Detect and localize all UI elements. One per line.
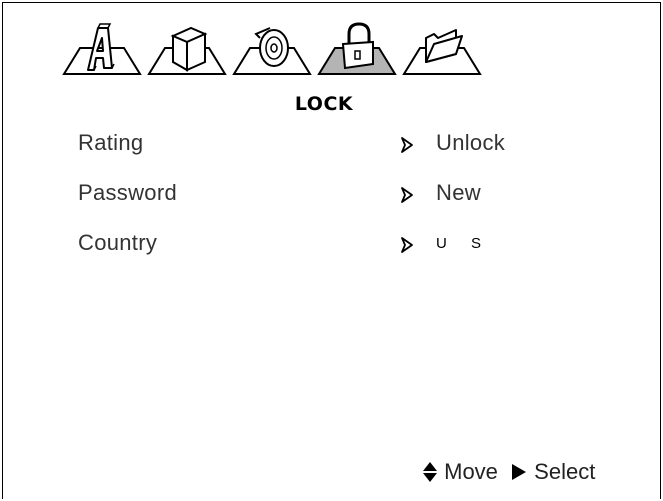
menu-item-country[interactable]: Country U S [78, 230, 638, 260]
chevron-right-icon [401, 237, 413, 253]
menu-item-value: U S [436, 235, 492, 252]
chevron-right-icon [401, 187, 413, 203]
menu-item-rating[interactable]: Rating Unlock [78, 130, 638, 160]
menu-item-label: Rating [78, 130, 144, 155]
folder-icon [402, 29, 482, 75]
setup-tabs [60, 18, 580, 90]
padlock-icon [317, 22, 397, 75]
menu-item-label: Password [78, 180, 177, 205]
tab-audio[interactable] [230, 18, 314, 90]
play-arrow-icon [512, 464, 527, 481]
menu-item-value: Unlock [436, 130, 506, 155]
chevron-right-icon [401, 137, 413, 153]
tab-lock[interactable] [315, 18, 399, 90]
tab-misc[interactable] [400, 18, 484, 90]
menu-item-label: Country [78, 230, 158, 255]
menu-item-password[interactable]: Password New [78, 180, 638, 210]
disc-icon [232, 27, 312, 75]
page-title: LOCK [294, 93, 354, 115]
tab-language[interactable] [60, 18, 144, 90]
select-hint: Select [534, 459, 596, 485]
letter-a-icon [62, 23, 142, 75]
move-hint: Move [444, 459, 498, 485]
updown-arrow-icon [423, 462, 437, 483]
footer-hints: Move Select [422, 458, 595, 488]
tab-video[interactable] [145, 18, 229, 90]
menu-item-value: New [436, 180, 481, 205]
cube-icon [147, 26, 227, 75]
